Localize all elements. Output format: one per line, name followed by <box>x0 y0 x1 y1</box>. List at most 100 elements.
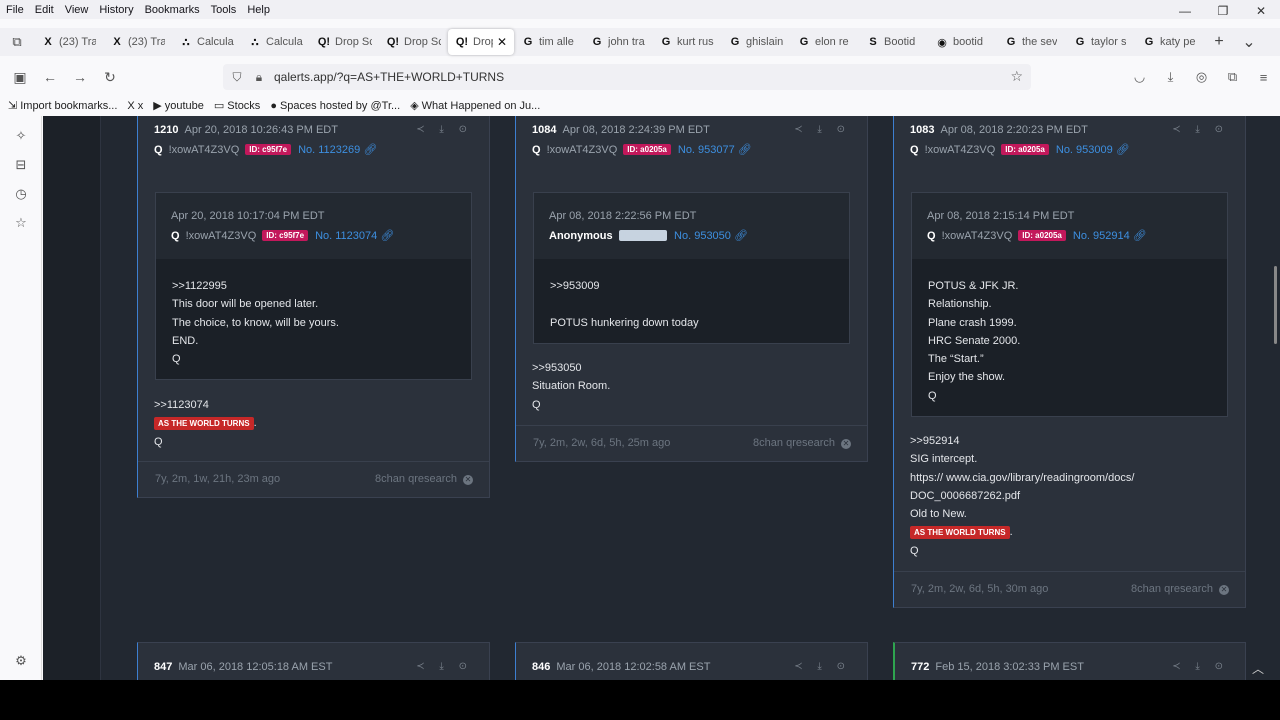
tab-6[interactable]: Q! Drop ✕ <box>448 29 514 55</box>
tab-14[interactable]: Gthe sev <box>997 29 1066 55</box>
post-number: 847 <box>154 661 173 673</box>
menu-view[interactable]: View <box>59 4 94 16</box>
account-icon[interactable]: ◎ <box>1186 69 1217 85</box>
post-card: 847 Mar 06, 2018 12:05:18 AM EST ≺ ⤓ ⊙ <box>137 642 490 680</box>
quoted-post-link[interactable]: No. 953050 🔗︎ <box>674 229 748 242</box>
dismiss-icon[interactable]: ✕ <box>463 475 473 485</box>
tab-5[interactable]: Q! Drop Sc <box>379 29 448 55</box>
settings-gear-icon[interactable]: ⚙ <box>13 653 29 669</box>
menu-history[interactable]: History <box>93 4 138 16</box>
lock-icon[interactable]: 🔒︎ <box>248 70 270 85</box>
close-tab-icon[interactable]: ✕ <box>497 35 507 49</box>
bookmark-item[interactable]: ▶ youtube <box>153 99 204 113</box>
tripcode: !xowAT4Z3VQ <box>924 143 996 156</box>
menu-help[interactable]: Help <box>241 4 275 16</box>
sidebar-toggle-icon[interactable]: ▣ <box>5 69 35 86</box>
tab-11[interactable]: Gelon re <box>790 29 859 55</box>
post-action-icons[interactable]: ≺ ⤓ ⊙ <box>416 661 473 672</box>
tab-9[interactable]: Gkurt rus <box>652 29 721 55</box>
tab-15[interactable]: Gtaylor s <box>1066 29 1135 55</box>
bookmark-item[interactable]: ⇲ Import bookmarks... <box>8 99 117 113</box>
app-menu-icon[interactable]: ≡ <box>1248 70 1279 85</box>
menu-tools[interactable]: Tools <box>205 4 242 16</box>
forward-icon[interactable]: → <box>65 69 95 85</box>
menu-bookmarks[interactable]: Bookmarks <box>139 4 205 16</box>
tab-favicon-icon: ∴ <box>182 36 190 49</box>
tab-favicon-icon: G <box>730 36 740 48</box>
author-name: Q <box>910 143 919 156</box>
quoted-post-date: Apr 08, 2018 2:22:56 PM EDT <box>549 210 697 222</box>
toolbar-right: ◡ ⤓ ◎ ⧉ ≡ <box>1124 60 1279 94</box>
quoted-post-body: POTUS & JFK JR. Relationship. Plane crash … <box>912 259 1227 416</box>
post-date: Apr 08, 2018 2:20:23 PM EDT <box>940 124 1088 136</box>
post-action-icons[interactable]: ≺ ⤓ ⊙ <box>794 661 851 672</box>
bookmark-item[interactable]: ▭ Stocks <box>214 99 260 113</box>
new-tab-button[interactable]: + <box>1204 33 1234 51</box>
tab-3[interactable]: ∴ Calcula <box>241 29 310 55</box>
post-link[interactable]: No. 953009 🔗︎ <box>1056 143 1130 156</box>
tab-label: Drop Sc <box>335 36 372 48</box>
downloads-icon[interactable]: ⤓ <box>1155 69 1186 85</box>
dismiss-icon[interactable]: ✕ <box>1219 585 1229 595</box>
post-action-icons[interactable]: ≺ ⤓ ⊙ <box>794 124 851 135</box>
post-action-icons[interactable]: ≺ ⤓ ⊙ <box>416 124 473 135</box>
bookmark-item[interactable]: ◈ What Happened on Ju... <box>410 99 540 113</box>
bookmark-item[interactable]: Xx <box>127 100 143 112</box>
tab-13[interactable]: ◉ bootid <box>928 29 997 55</box>
history-icon[interactable]: ◷ <box>13 186 29 202</box>
tab-7[interactable]: Gtim alle <box>514 29 583 55</box>
list-tabs-icon[interactable]: ⌄ <box>1234 32 1264 52</box>
quoted-post-date: Apr 08, 2018 2:15:14 PM EDT <box>927 210 1075 222</box>
quoted-text-line: This door will be opened later. <box>172 298 319 311</box>
minimize-icon[interactable]: — <box>1166 0 1204 24</box>
bookmark-item[interactable]: ● Spaces hosted by @Tr... <box>270 100 400 112</box>
extensions-icon[interactable]: ⧉ <box>1217 69 1248 85</box>
tab-4[interactable]: Q! Drop Sc <box>310 29 379 55</box>
tab-0[interactable]: X (23) Tra <box>34 29 103 55</box>
post-date: Apr 20, 2018 10:26:43 PM EDT <box>184 124 338 136</box>
post-action-icons[interactable]: ≺ ⤓ ⊙ <box>1172 124 1229 135</box>
quoted-text-line: POTUS hunkering down today <box>550 316 699 329</box>
bookmark-label: x <box>137 99 144 112</box>
post-action-icons[interactable]: ≺ ⤓ ⊙ <box>1172 661 1229 672</box>
post-header: 772 Feb 15, 2018 3:02:33 PM EST <box>911 661 1084 673</box>
url-bar[interactable]: ⛉ 🔒︎ qalerts.app/?q=AS+THE+WORLD+TURNS ☆ <box>223 64 1031 90</box>
restore-icon[interactable]: ❐ <box>1204 0 1242 24</box>
post-card: 1210 Apr 20, 2018 10:26:43 PM EDT ≺ ⤓ ⊙ Q !x… <box>137 116 490 498</box>
tab-label: tim alle <box>539 36 574 48</box>
firefox-view-icon[interactable]: ⧉ <box>0 34 34 50</box>
back-icon[interactable]: ← <box>35 69 65 85</box>
page-scrollbar[interactable] <box>1274 266 1277 344</box>
menu-edit[interactable]: Edit <box>29 4 59 16</box>
bookmark-star-icon[interactable]: ☆ <box>1010 68 1023 85</box>
tab-1[interactable]: X (23) Tra <box>103 29 172 55</box>
close-icon[interactable]: ✕ <box>1242 0 1280 24</box>
ai-chatbot-icon[interactable]: ✧ <box>13 128 29 144</box>
quoted-author-line: Q !xowAT4Z3VQ ID: a0205a No. 952914 🔗︎ <box>927 229 1147 243</box>
dismiss-icon[interactable]: ✕ <box>841 439 851 449</box>
tab-16[interactable]: Gkaty pe <box>1135 29 1204 55</box>
tab-8[interactable]: Gjohn tra <box>583 29 652 55</box>
tab-2[interactable]: ∴ Calcula <box>172 29 241 55</box>
post-link[interactable]: No. 953077 🔗︎ <box>678 143 752 156</box>
scroll-top-icon[interactable]: ︿ <box>1252 660 1264 677</box>
post-source: 8chan qresearch ✕ <box>753 437 851 449</box>
post-link[interactable]: No. 1123269 🔗︎ <box>298 143 377 156</box>
post-footer: 7y, 2m, 1w, 21h, 23m ago 8chan qresearch ✕ <box>138 461 489 497</box>
quoted-text-line: Plane crash 1999. <box>928 316 1017 329</box>
tracking-shield-icon[interactable]: ⛉ <box>226 70 248 85</box>
reload-icon[interactable]: ↻ <box>95 69 125 86</box>
tab-10[interactable]: Gghislain <box>721 29 790 55</box>
menu-file[interactable]: File <box>0 4 29 16</box>
tab-12[interactable]: S Bootid <box>859 29 928 55</box>
quoted-post-link[interactable]: No. 1123074 🔗︎ <box>315 229 394 242</box>
search-tag-badge[interactable]: AS THE WORLD TURNS <box>154 417 254 431</box>
search-tag-badge[interactable]: AS THE WORLD TURNS <box>910 526 1010 540</box>
pocket-icon[interactable]: ◡ <box>1124 69 1155 85</box>
bookmarks-icon[interactable]: ☆ <box>13 215 29 231</box>
quoted-post-link[interactable]: No. 952914 🔗︎ <box>1073 229 1147 242</box>
synced-tabs-icon[interactable]: ⊟ <box>13 157 29 173</box>
post-body: >>952914 SIG intercept. https:// www.cia.g… <box>910 432 1134 560</box>
post-text-line: >>1123074 <box>154 399 209 411</box>
quoted-id-badge: ID: c95f7e <box>262 230 309 241</box>
